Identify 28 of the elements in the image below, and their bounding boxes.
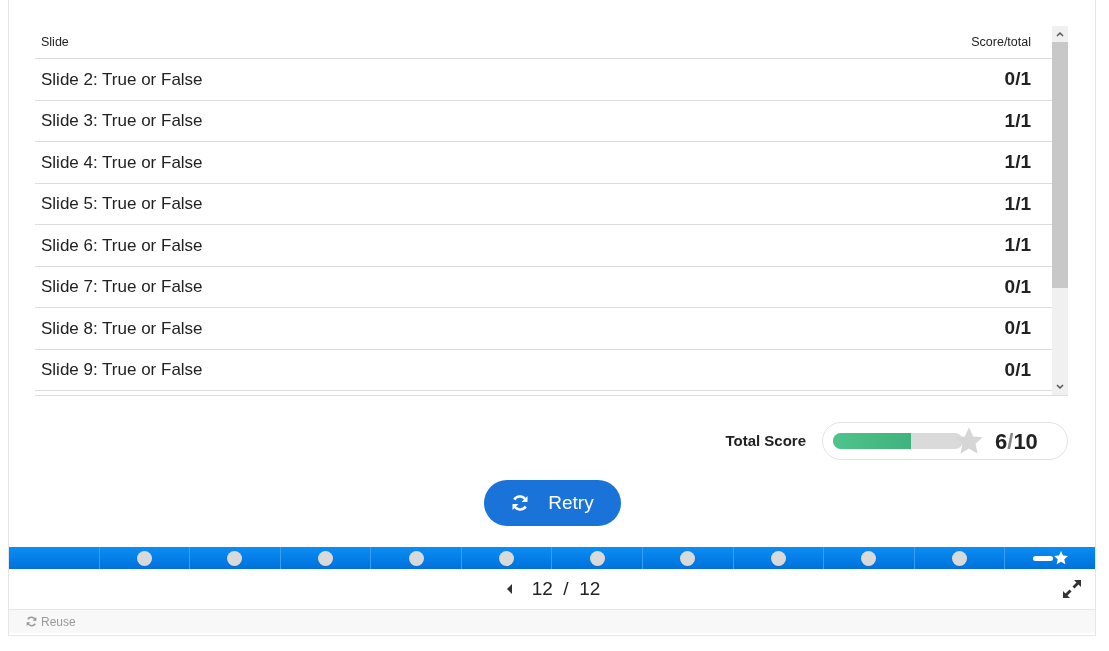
refresh-icon <box>25 615 38 628</box>
slide-title: Slide 6: True or False <box>41 234 203 257</box>
score-value: 6/10 <box>995 427 1038 456</box>
slide-title: Slide 2: True or False <box>41 68 203 91</box>
slide-score: 1/1 <box>1004 191 1031 216</box>
fullscreen-icon[interactable] <box>1061 578 1083 600</box>
retry-button[interactable]: Retry <box>483 480 621 526</box>
slide-title: Slide 5: True or False <box>41 193 203 215</box>
slide-title: Slide 7: True or False <box>41 276 203 298</box>
slide-score: 0/1 <box>1004 357 1031 382</box>
slide-score: 0/1 <box>1004 316 1031 340</box>
slide-score: 1/1 <box>1004 233 1031 257</box>
slide-title: Slide 3: True or False <box>41 110 203 132</box>
total-score-label: Total Score <box>725 430 806 451</box>
slide-score: 0/1 <box>1004 274 1031 299</box>
summary-star-icon <box>1031 550 1070 566</box>
slide-score: 0/1 <box>1004 67 1031 91</box>
column-header: Slide <box>41 33 69 51</box>
slide-score: 1/1 <box>1004 150 1031 174</box>
scrollbar[interactable] <box>1052 26 1068 395</box>
refresh-icon <box>510 493 531 513</box>
slide-title: Slide 9: True or False <box>41 359 203 381</box>
reuse-link[interactable]: Reuse <box>25 612 76 631</box>
column-header: Score/total <box>971 33 1031 51</box>
slide-counter: 12 / 12 <box>531 576 601 601</box>
slide-title: Slide 8: True or False <box>41 317 203 340</box>
slide-title: Slide 4: True or False <box>41 151 203 174</box>
slide-score: 1/1 <box>1004 108 1031 133</box>
